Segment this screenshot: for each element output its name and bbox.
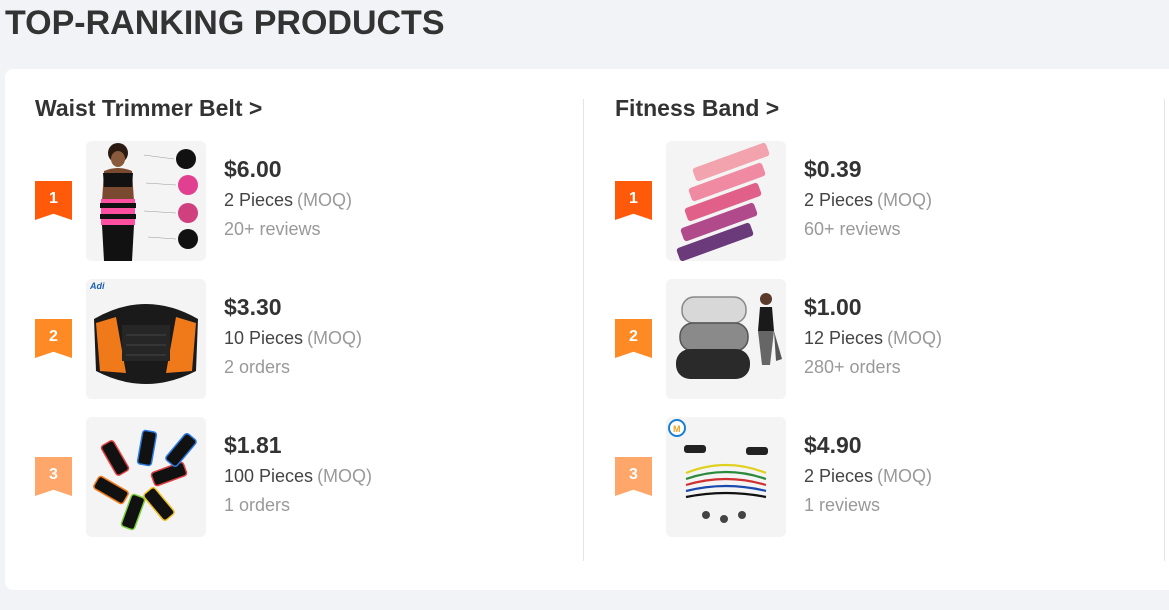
- product-meta: 2 orders: [224, 357, 291, 377]
- moq-quantity: 10 Pieces: [224, 328, 304, 348]
- product-price: $0.39: [804, 156, 862, 182]
- category-link-waist-trimmer-belt[interactable]: Waist Trimmer Belt >: [35, 95, 262, 122]
- product-card[interactable]: 1 $6.00 2 Pieces (MOQ) 20+ reviews: [35, 141, 575, 261]
- moq-label: (MOQ): [887, 328, 943, 348]
- back-support-belt-image[interactable]: Adi: [86, 279, 206, 399]
- column-divider: [1164, 99, 1165, 561]
- product-price: $6.00: [224, 156, 282, 182]
- rank-badge: 3: [35, 457, 72, 496]
- product-card[interactable]: 2 $1.00 12 Pieces (MOQ) 280+ orders: [615, 279, 1155, 399]
- brand-logo: Adi: [89, 281, 105, 291]
- waist-trainer-model-image[interactable]: [86, 141, 206, 261]
- category-column-fitness-band: Fitness Band > 1 $0.39 2 Pieces(MOQ) 60: [615, 69, 1169, 590]
- product-info: $3.30 10 Pieces (MOQ) 2 orders: [224, 293, 362, 378]
- product-moq: 100 Pieces (MOQ): [224, 465, 372, 487]
- moq-label: (MOQ): [317, 466, 373, 486]
- rank-badge: 3: [615, 457, 652, 496]
- column-divider: [583, 99, 584, 561]
- product-price: $1.81: [224, 432, 282, 458]
- rank-badge: 2: [615, 319, 652, 358]
- page-title: TOP-RANKING PRODUCTS: [5, 4, 445, 42]
- sleeve-bands-image[interactable]: [86, 417, 206, 537]
- moq-quantity: 100 Pieces: [224, 466, 314, 486]
- moq-quantity: 2 Pieces: [804, 190, 874, 210]
- product-price: $3.30: [224, 294, 282, 320]
- product-info: $0.39 2 Pieces (MOQ) 60+ reviews: [804, 155, 932, 240]
- tube-resistance-set-image[interactable]: M: [666, 417, 786, 537]
- product-price: $4.90: [804, 432, 862, 458]
- product-meta: 1 reviews: [804, 495, 881, 515]
- rank-badge: 1: [615, 181, 652, 220]
- svg-text:M: M: [673, 424, 681, 434]
- product-info: $4.90 2 Pieces (MOQ) 1 reviews: [804, 431, 932, 516]
- product-moq: 2 Pieces (MOQ): [224, 189, 352, 211]
- product-meta: 1 orders: [224, 495, 291, 515]
- product-meta: 20+ reviews: [224, 219, 321, 239]
- moq-label: (MOQ): [877, 190, 933, 210]
- product-price: $1.00: [804, 294, 862, 320]
- product-meta: 280+ orders: [804, 357, 901, 377]
- rank-badge: 1: [35, 181, 72, 220]
- product-card[interactable]: 3 $1.81 100 Pieces (MOQ) 1 orders: [35, 417, 575, 537]
- product-info: $6.00 2 Pieces (MOQ) 20+ reviews: [224, 155, 352, 240]
- product-moq: 2 Pieces (MOQ): [804, 465, 932, 487]
- moq-label: (MOQ): [877, 466, 933, 486]
- resistance-loops-image[interactable]: [666, 141, 786, 261]
- product-info: $1.81 100 Pieces (MOQ) 1 orders: [224, 431, 372, 516]
- product-info: $1.00 12 Pieces (MOQ) 280+ orders: [804, 293, 942, 378]
- category-link-fitness-band[interactable]: Fitness Band >: [615, 95, 779, 122]
- category-column-waist-trimmer-belt: Waist Trimmer Belt > 1 $6.00 2 Pieces (M…: [35, 69, 595, 590]
- product-moq: 12 Pieces (MOQ): [804, 327, 942, 349]
- product-moq: 2 Pieces (MOQ): [804, 189, 932, 211]
- moq-quantity: 2 Pieces: [804, 466, 874, 486]
- product-moq: 10 Pieces (MOQ): [224, 327, 362, 349]
- product-card[interactable]: 3 M $4.90 2 Pieces (MOQ) 1 reviews: [615, 417, 1155, 537]
- fabric-hip-bands-image[interactable]: [666, 279, 786, 399]
- product-card[interactable]: 2 Adi $3.30 10 Pieces (MOQ) 2 orders: [35, 279, 575, 399]
- product-meta: 60+ reviews: [804, 219, 901, 239]
- rank-badge: 2: [35, 319, 72, 358]
- moq-quantity: 12 Pieces: [804, 328, 884, 348]
- product-card[interactable]: 1 $0.39 2 Pieces (MOQ) 60+ reviews: [615, 141, 1155, 261]
- moq-label: (MOQ): [307, 328, 363, 348]
- moq-label: (MOQ): [297, 190, 353, 210]
- ranking-card: Waist Trimmer Belt > 1 $6.00 2 Pieces (M…: [5, 69, 1169, 590]
- moq-quantity: 2 Pieces: [224, 190, 294, 210]
